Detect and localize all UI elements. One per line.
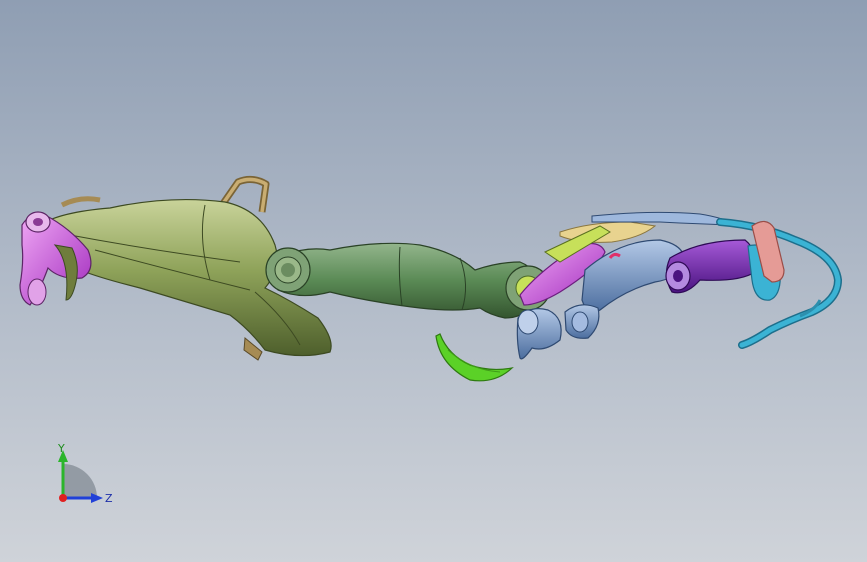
triad-z-arrow <box>91 493 103 503</box>
robotic-hand-model[interactable] <box>0 0 867 562</box>
triad-z-label: Z <box>105 492 113 505</box>
forearm-link[interactable] <box>265 242 551 319</box>
triad-plane-shading <box>63 464 97 498</box>
coordinate-triad: Y Z <box>57 442 113 505</box>
graphics-viewport[interactable]: Y Z <box>0 0 867 562</box>
triad-x-axis-origin <box>59 494 67 502</box>
shell-green[interactable] <box>435 333 514 382</box>
triad-y-label: Y <box>57 442 65 455</box>
